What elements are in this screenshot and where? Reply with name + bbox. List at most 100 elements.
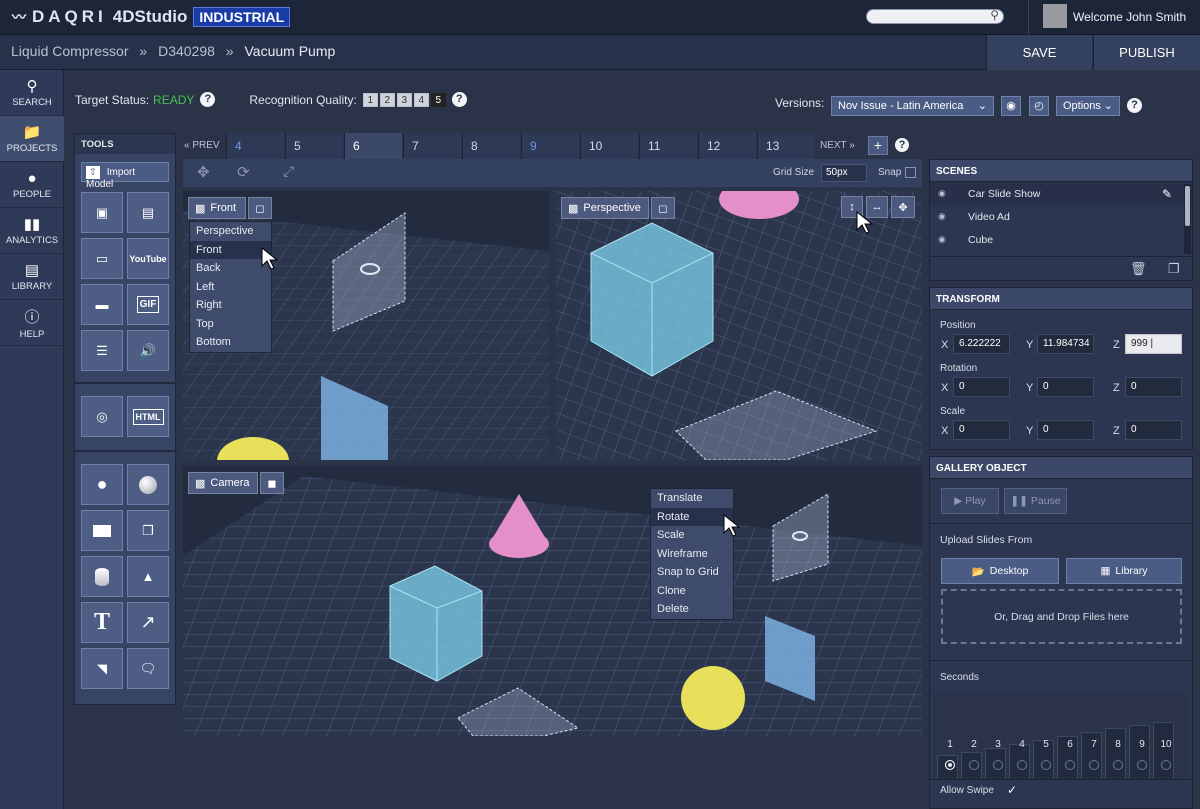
- menu-item-left[interactable]: Left: [190, 278, 271, 297]
- document-tool[interactable]: ☰: [81, 330, 123, 371]
- hotspot-tool[interactable]: ▬: [81, 284, 123, 325]
- scale-icon[interactable]: ⤢: [283, 163, 294, 180]
- rotate-icon[interactable]: ⟳: [237, 163, 250, 181]
- search-input[interactable]: ⚲: [866, 8, 1004, 24]
- circle-tool[interactable]: ●: [81, 464, 123, 505]
- seconds-radio[interactable]: [1017, 760, 1027, 770]
- publish-button[interactable]: PUBLISH: [1093, 35, 1200, 70]
- seconds-radio-selected[interactable]: [945, 760, 955, 770]
- speech-bubble-tool[interactable]: 🗨: [127, 648, 169, 689]
- next-page-button[interactable]: NEXT »: [818, 133, 868, 159]
- nav-library[interactable]: ▤ LIBRARY: [0, 254, 64, 300]
- arrow-tool[interactable]: ↗: [127, 602, 169, 643]
- eye-icon[interactable]: ◉: [938, 188, 954, 199]
- menu-item-bottom[interactable]: Bottom: [190, 333, 271, 352]
- eye-icon[interactable]: ◉: [938, 234, 954, 245]
- viewport-front-button[interactable]: ▩ Front: [188, 197, 246, 219]
- rotation-y-input[interactable]: 0: [1037, 377, 1094, 397]
- save-button[interactable]: SAVE: [986, 35, 1092, 70]
- cube-tool[interactable]: ❐: [127, 510, 169, 551]
- page-tab-8[interactable]: 8: [462, 133, 520, 159]
- pencil-icon[interactable]: ✎: [1162, 187, 1172, 201]
- seconds-radio[interactable]: [1113, 760, 1123, 770]
- search-icon[interactable]: ⚲: [990, 8, 999, 22]
- scale-x-input[interactable]: 0: [953, 420, 1010, 440]
- options-button[interactable]: Options ⌄: [1056, 96, 1120, 116]
- page-tab-7[interactable]: 7: [403, 133, 461, 159]
- menu-item-back[interactable]: Back: [190, 259, 271, 278]
- position-x-input[interactable]: 6.222222: [953, 334, 1010, 354]
- upload-desktop-button[interactable]: 📂 Desktop: [941, 558, 1059, 584]
- tracking-tool[interactable]: ◎: [81, 396, 123, 437]
- scene-item[interactable]: ◉ Video Ad: [930, 205, 1192, 228]
- viewport-perspective[interactable]: ▩ Perspective ◻ ↕ ↔ ✥: [556, 191, 922, 460]
- image-tool[interactable]: ▣: [81, 192, 123, 233]
- cone-tool[interactable]: ▲: [127, 556, 169, 597]
- cylinder-tool[interactable]: [81, 556, 123, 597]
- seconds-radio[interactable]: [1089, 760, 1099, 770]
- menu-item-delete[interactable]: Delete: [651, 600, 733, 619]
- menu-item-right[interactable]: Right: [190, 296, 271, 315]
- nav-search[interactable]: ⚲ SEARCH: [0, 70, 64, 116]
- help-icon[interactable]: ?: [451, 92, 467, 107]
- scene-item[interactable]: ◉ Car Slide Show ✎: [930, 182, 1192, 205]
- text-tool[interactable]: T: [81, 602, 123, 643]
- add-page-button[interactable]: +: [868, 136, 888, 155]
- menu-item-top[interactable]: Top: [190, 315, 271, 334]
- nav-people[interactable]: ● PEOPLE: [0, 162, 64, 208]
- menu-item-wireframe[interactable]: Wireframe: [651, 545, 733, 564]
- callout-tool[interactable]: ◥: [81, 648, 123, 689]
- pause-button[interactable]: ❚❚ Pause: [1004, 488, 1067, 514]
- viewport-perspective-button[interactable]: ▩ Perspective: [561, 197, 649, 219]
- allow-swipe-checkbox[interactable]: ✓: [1007, 783, 1017, 797]
- page-tab-5[interactable]: 5: [285, 133, 343, 159]
- viewport-front[interactable]: ▩ Front ◻ Perspective Front Back Left Ri…: [183, 191, 549, 460]
- menu-item-front[interactable]: Front: [190, 240, 271, 259]
- scroll-thumb[interactable]: [1185, 186, 1190, 226]
- scale-z-input[interactable]: 0: [1125, 420, 1182, 440]
- menu-item-snap-to-grid[interactable]: Snap to Grid: [651, 563, 733, 582]
- page-tab-12[interactable]: 12: [698, 133, 756, 159]
- duplicate-icon[interactable]: ❐: [1168, 261, 1180, 277]
- audio-tool[interactable]: 🔊: [127, 330, 169, 371]
- help-icon[interactable]: ?: [200, 92, 216, 107]
- lock-button[interactable]: ◻: [651, 197, 675, 219]
- help-icon[interactable]: ?: [895, 138, 909, 152]
- rotation-z-input[interactable]: 0: [1125, 377, 1182, 397]
- upload-library-button[interactable]: ▦ Library: [1066, 558, 1182, 584]
- menu-item-perspective[interactable]: Perspective: [190, 222, 271, 241]
- menu-item-rotate[interactable]: Rotate: [651, 507, 733, 526]
- seconds-radio[interactable]: [1137, 760, 1147, 770]
- page-tab-13[interactable]: 13: [757, 133, 815, 159]
- page-tab-11[interactable]: 11: [639, 133, 697, 159]
- lock-button[interactable]: ◼: [260, 472, 284, 494]
- gallery-tool[interactable]: ▤: [127, 192, 169, 233]
- eye-icon[interactable]: ◉: [938, 211, 954, 222]
- seconds-radio[interactable]: [993, 760, 1003, 770]
- versions-select[interactable]: Nov Issue - Latin America ⌄: [831, 96, 994, 116]
- scale-y-input[interactable]: 0: [1037, 420, 1094, 440]
- rotation-x-input[interactable]: 0: [953, 377, 1010, 397]
- page-tab-4[interactable]: 4: [226, 133, 284, 159]
- user-menu[interactable]: Welcome John Smith: [1028, 0, 1200, 35]
- seconds-radio[interactable]: [969, 760, 979, 770]
- position-y-input[interactable]: 11.984734: [1037, 334, 1094, 354]
- youtube-tool[interactable]: YouTube: [127, 238, 169, 279]
- play-button[interactable]: ▶ Play: [941, 488, 999, 514]
- globe-button[interactable]: ◉: [1001, 96, 1021, 116]
- lock-button[interactable]: ◻: [248, 197, 272, 219]
- rectangle-tool[interactable]: [81, 510, 123, 551]
- scene-item[interactable]: ◉ Cube: [930, 228, 1192, 251]
- drop-zone[interactable]: Or, Drag and Drop Files here: [941, 589, 1182, 644]
- history-button[interactable]: ◴: [1029, 96, 1049, 116]
- scenes-scrollbar[interactable]: [1184, 184, 1191, 254]
- html-tool[interactable]: HTML: [127, 396, 169, 437]
- breadcrumb-item[interactable]: Liquid Compressor: [11, 43, 129, 59]
- viewport-camera[interactable]: ▩ Camera ◼ Translate Rotate Scale Wirefr…: [183, 466, 922, 736]
- page-tab-10[interactable]: 10: [580, 133, 638, 159]
- trash-icon[interactable]: 🗑: [1130, 261, 1147, 277]
- nav-analytics[interactable]: ▮▮ ANALYTICS: [0, 208, 64, 254]
- prev-page-button[interactable]: « PREV: [178, 133, 226, 159]
- grid-size-input[interactable]: 50px: [821, 164, 867, 182]
- seconds-radio[interactable]: [1161, 760, 1171, 770]
